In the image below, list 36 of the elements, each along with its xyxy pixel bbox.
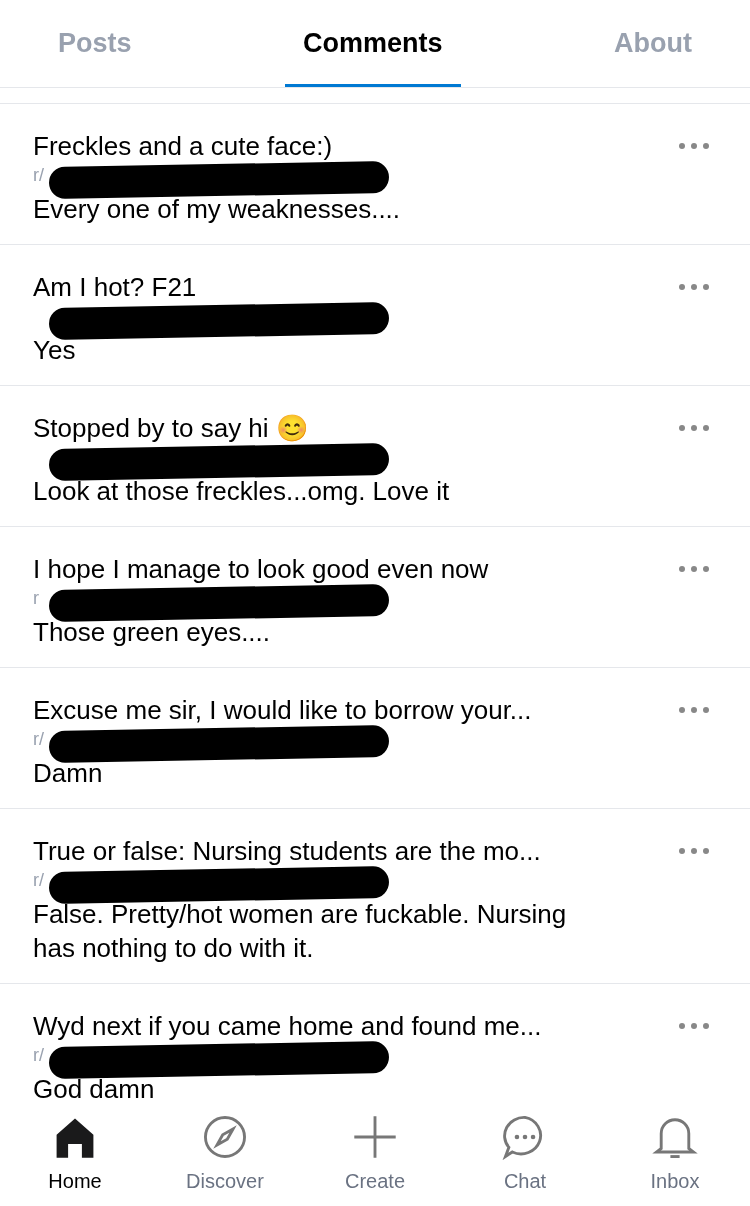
- nav-tab[interactable]: Inbox: [620, 1114, 730, 1196]
- tab[interactable]: About: [596, 0, 710, 87]
- post-title[interactable]: I hope I manage to look good even now: [33, 553, 640, 585]
- nav-tab[interactable]: Chat: [470, 1114, 580, 1196]
- comment-text: Damn: [33, 757, 104, 790]
- tab[interactable]: Comments: [285, 0, 461, 87]
- post-title[interactable]: True or false: Nursing students are the mo...: [33, 835, 640, 867]
- post-title[interactable]: Stopped by to say hi 😊: [33, 412, 640, 444]
- more-options-icon[interactable]: [678, 283, 710, 291]
- more-options-icon[interactable]: [678, 142, 710, 150]
- post-title[interactable]: Wyd next if you came home and found me...: [33, 1010, 640, 1042]
- post-title[interactable]: Excuse me sir, I would like to borrow your...: [33, 694, 640, 726]
- comment-text: Every one of my weaknesses....: [33, 193, 402, 226]
- create-icon: [352, 1114, 398, 1160]
- comment-text: Those green eyes....: [33, 616, 272, 649]
- nav-tab[interactable]: Discover: [170, 1114, 280, 1196]
- subreddit-link[interactable]: r/: [33, 870, 44, 890]
- subreddit-link[interactable]: r/: [33, 165, 44, 185]
- subreddit-link[interactable]: r: [33, 588, 39, 608]
- post-title[interactable]: Freckles and a cute face:): [33, 130, 640, 162]
- tab[interactable]: Posts: [40, 0, 150, 87]
- more-options-icon[interactable]: [678, 565, 710, 573]
- comment-text: God damn: [33, 1073, 156, 1100]
- comment-text: Yes: [33, 334, 77, 367]
- discover-icon: [202, 1114, 248, 1160]
- more-options-icon[interactable]: [678, 1022, 710, 1030]
- nav-tab[interactable]: Home: [20, 1114, 130, 1196]
- comment-text: False. Pretty/hot women are fuckable. Nursing has nothing to do with it.: [33, 898, 568, 965]
- subreddit-link[interactable]: r/: [33, 729, 44, 749]
- more-options-icon[interactable]: [678, 706, 710, 714]
- subreddit-link[interactable]: r/: [33, 1045, 44, 1065]
- nav-tab[interactable]: Create: [320, 1114, 430, 1196]
- more-options-icon[interactable]: [678, 424, 710, 432]
- comment-text: Look at those freckles...omg. Love it: [33, 475, 451, 508]
- more-options-icon[interactable]: [678, 847, 710, 855]
- post-title[interactable]: Am I hot? F21: [33, 271, 640, 303]
